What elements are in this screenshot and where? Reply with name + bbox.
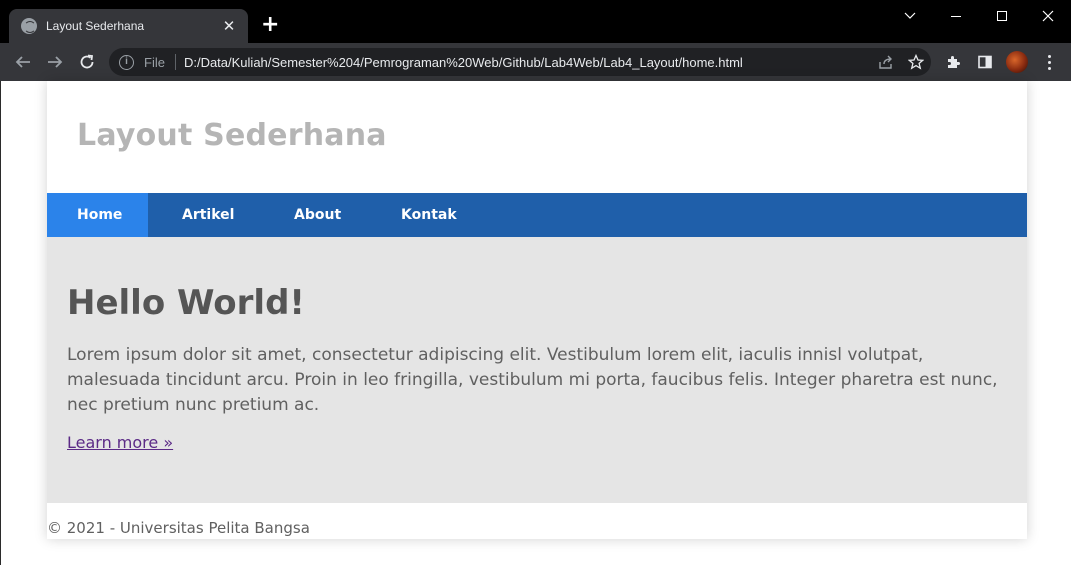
tab-title: Layout Sederhana <box>46 19 145 33</box>
share-icon[interactable] <box>871 54 901 70</box>
address-bar[interactable]: i File D:/Data/Kuliah/Semester%204/Pemro… <box>109 48 931 76</box>
forward-arrow-icon[interactable] <box>44 51 66 73</box>
nav-item-about[interactable]: About <box>260 193 367 237</box>
maximize-button[interactable] <box>979 0 1025 32</box>
new-tab-button[interactable]: + <box>261 14 279 36</box>
nav-item-home[interactable]: Home <box>47 193 148 237</box>
address-divider <box>174 54 176 70</box>
side-panel-icon[interactable] <box>974 51 996 73</box>
main-nav: Home Artikel About Kontak <box>47 193 1027 237</box>
page-viewport: Layout Sederhana Home Artikel About Kont… <box>0 81 1071 565</box>
url-text[interactable]: D:/Data/Kuliah/Semester%204/Pemrograman%… <box>184 55 871 70</box>
bookmark-star-icon[interactable] <box>901 54 931 70</box>
profile-avatar[interactable] <box>1006 51 1028 73</box>
site-header: Layout Sederhana <box>47 81 1027 193</box>
extensions-puzzle-icon[interactable] <box>942 51 964 73</box>
tab-close-icon[interactable]: ✕ <box>220 17 238 35</box>
browser-chrome: Layout Sederhana ✕ + i File D:/Data/Kuli… <box>0 0 1071 81</box>
info-icon[interactable]: i <box>119 54 134 70</box>
hero-section: Hello World! Lorem ipsum dolor sit amet,… <box>47 237 1027 503</box>
nav-item-artikel[interactable]: Artikel <box>148 193 260 237</box>
tab-strip: Layout Sederhana ✕ + <box>0 0 1071 43</box>
hero-paragraph: Lorem ipsum dolor sit amet, consectetur … <box>67 345 998 415</box>
menu-kebab-icon[interactable] <box>1038 51 1060 73</box>
close-window-button[interactable] <box>1025 0 1071 32</box>
back-arrow-icon[interactable] <box>12 51 34 73</box>
learn-more-link[interactable]: Learn more » <box>67 433 173 452</box>
minimize-button[interactable] <box>933 0 979 32</box>
tab-search-chevron-icon[interactable] <box>887 0 933 32</box>
site-title: Layout Sederhana <box>77 118 387 153</box>
reload-icon[interactable] <box>76 51 98 73</box>
page-container: Layout Sederhana Home Artikel About Kont… <box>47 81 1027 539</box>
nav-item-kontak[interactable]: Kontak <box>367 193 477 237</box>
browser-toolbar: i File D:/Data/Kuliah/Semester%204/Pemro… <box>0 43 1071 81</box>
site-footer: © 2021 - Universitas Pelita Bangsa <box>47 519 310 537</box>
hero-heading: Hello World! <box>67 283 305 323</box>
globe-icon <box>21 18 37 34</box>
browser-tab[interactable]: Layout Sederhana ✕ <box>9 9 248 43</box>
scheme-label: File <box>144 54 165 70</box>
